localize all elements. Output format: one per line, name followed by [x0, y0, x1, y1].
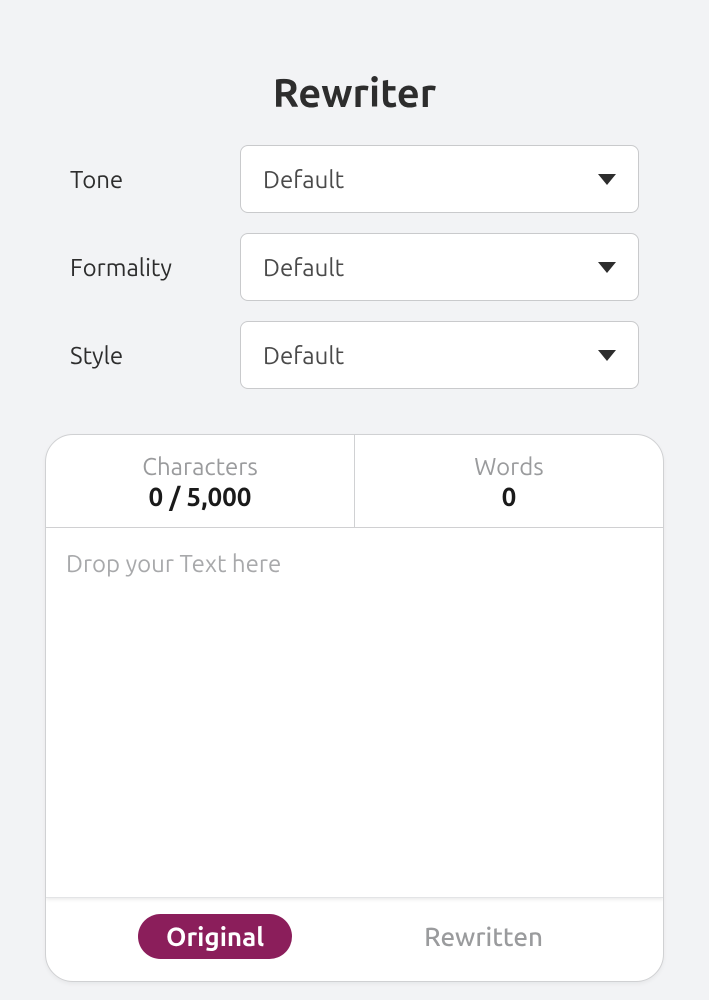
words-value: 0: [365, 482, 653, 511]
characters-stat: Characters 0 / 5,000: [46, 435, 355, 527]
tab-original[interactable]: Original: [138, 914, 292, 959]
text-input[interactable]: [46, 528, 663, 897]
caret-down-icon: [598, 350, 616, 361]
characters-value: 0 / 5,000: [56, 482, 344, 511]
page-title: Rewriter: [30, 0, 679, 145]
style-label: Style: [70, 342, 240, 369]
words-stat: Words 0: [355, 435, 663, 527]
formality-row: Formality Default: [30, 233, 679, 301]
tone-label: Tone: [70, 166, 240, 193]
caret-down-icon: [598, 262, 616, 273]
words-label: Words: [365, 453, 653, 480]
formality-label: Formality: [70, 254, 240, 281]
characters-label: Characters: [56, 453, 344, 480]
caret-down-icon: [598, 174, 616, 185]
style-select-value: Default: [263, 342, 344, 369]
style-select[interactable]: Default: [240, 321, 639, 389]
tone-select-value: Default: [263, 166, 344, 193]
style-row: Style Default: [30, 321, 679, 389]
formality-select-value: Default: [263, 254, 344, 281]
tone-select[interactable]: Default: [240, 145, 639, 213]
stats-row: Characters 0 / 5,000 Words 0: [46, 435, 663, 528]
tone-row: Tone Default: [30, 145, 679, 213]
tab-rewritten[interactable]: Rewritten: [396, 914, 571, 959]
editor-card: Characters 0 / 5,000 Words 0 Original Re…: [45, 434, 664, 982]
view-tabs: Original Rewritten: [46, 898, 663, 981]
formality-select[interactable]: Default: [240, 233, 639, 301]
